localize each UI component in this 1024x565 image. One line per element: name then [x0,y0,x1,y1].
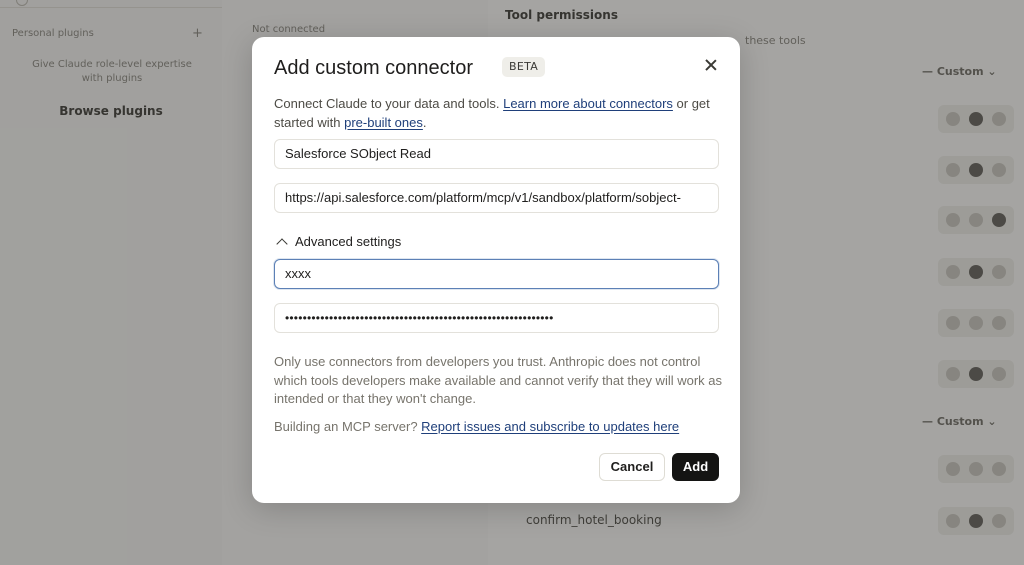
trust-disclaimer: Only use connectors from developers you … [274,354,723,406]
dialog-title: Add custom connector [274,57,473,79]
connector-url-input[interactable] [285,185,708,211]
pre-built-connectors-link[interactable]: pre-built ones [344,115,423,130]
intro-text: . [422,115,427,130]
report-issues-link[interactable]: Report issues and subscribe to updates h… [421,419,679,434]
mcp-server-note: Building an MCP server? Report issues an… [274,419,679,434]
oauth-client-secret-input[interactable]: ••••••••••••••••••••••••••••••••••••••••… [285,311,553,325]
cancel-button[interactable]: Cancel [599,453,665,481]
chevron-up-icon [276,237,288,250]
connector-url-field[interactable] [274,183,719,213]
mcp-server-note-text: Building an MCP server? [274,419,422,434]
advanced-settings-label: Advanced settings [295,234,402,249]
beta-badge: BETA [502,57,546,77]
learn-more-connectors-link[interactable]: Learn more about connectors [503,96,673,111]
dialog-intro: Connect Claude to your data and tools. L… [274,94,724,132]
oauth-client-id-field[interactable] [274,259,719,289]
oauth-client-secret-field[interactable]: ••••••••••••••••••••••••••••••••••••••••… [274,303,719,333]
add-custom-connector-dialog: Add custom connector BETA Connect Claude… [252,37,740,503]
intro-text: Connect Claude to your data and tools. [274,96,504,111]
advanced-settings-toggle[interactable]: Advanced settings [274,234,402,250]
close-icon[interactable] [700,55,722,77]
add-button[interactable]: Add [672,453,719,481]
connector-name-input[interactable] [285,141,708,167]
connector-name-field[interactable] [274,139,719,169]
oauth-client-id-input[interactable] [285,261,708,287]
